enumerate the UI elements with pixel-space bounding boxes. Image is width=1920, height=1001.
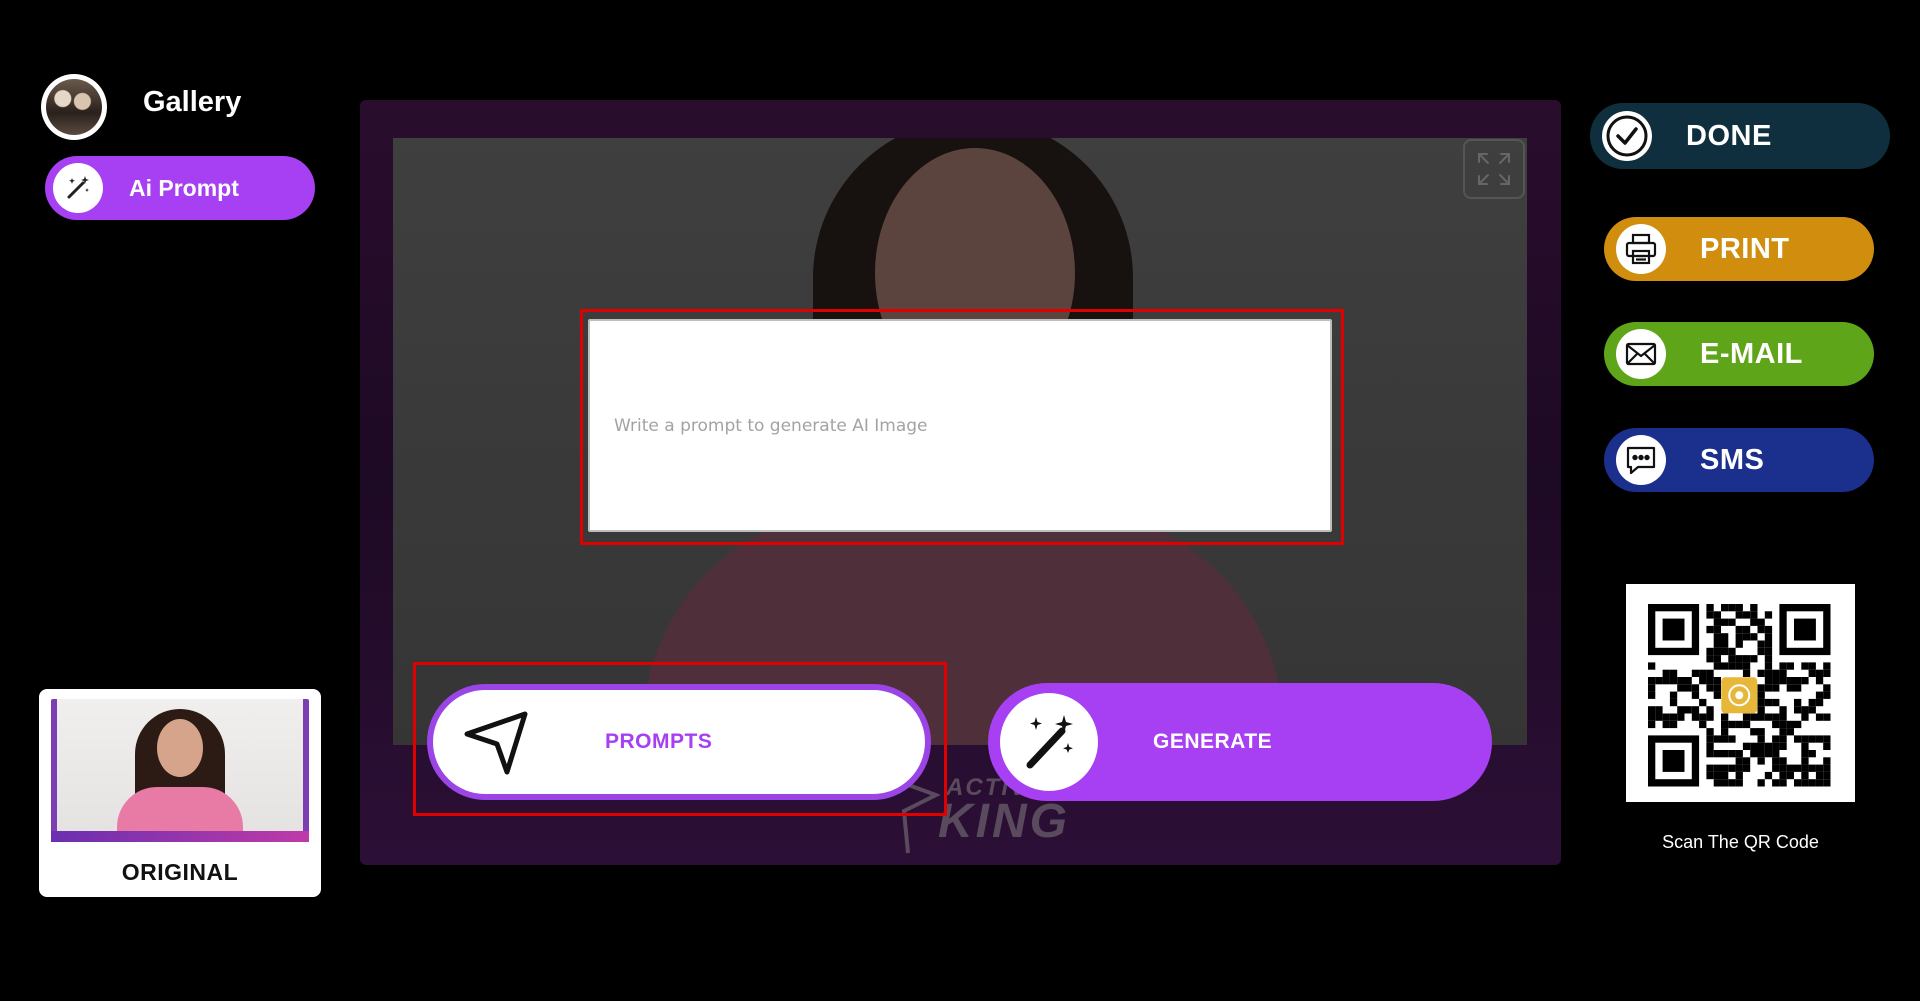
done-button[interactable]: DONE <box>1590 103 1890 169</box>
ai-prompt-label: Ai Prompt <box>129 174 239 201</box>
sms-label: SMS <box>1700 443 1765 476</box>
expand-icon[interactable] <box>1463 139 1525 199</box>
prompts-button[interactable]: PROMPTS <box>427 684 931 800</box>
print-button[interactable]: PRINT <box>1604 217 1874 281</box>
qr-caption: Scan The QR Code <box>1662 832 1819 852</box>
gallery-avatar[interactable] <box>41 74 107 140</box>
check-circle-icon <box>1602 111 1652 161</box>
email-label: E-MAIL <box>1700 337 1803 370</box>
prompts-label: PROMPTS <box>605 730 713 753</box>
done-label: DONE <box>1686 119 1772 152</box>
magic-wand-icon <box>1000 693 1098 791</box>
printer-icon <box>1616 224 1666 274</box>
original-label: ORIGINAL <box>121 859 239 885</box>
gallery-avatar-image <box>46 79 102 135</box>
chat-bubble-icon <box>1616 435 1666 485</box>
brand-strip <box>51 831 309 842</box>
generate-label: GENERATE <box>1153 730 1273 753</box>
print-label: PRINT <box>1700 232 1790 265</box>
envelope-icon <box>1616 329 1666 379</box>
original-thumbnail <box>51 699 309 842</box>
qr-code <box>1626 584 1855 802</box>
gallery-label[interactable]: Gallery <box>143 86 241 119</box>
generate-button[interactable]: GENERATE <box>988 683 1492 801</box>
original-thumbnail-card[interactable]: ORIGINAL <box>39 689 321 897</box>
prompt-input[interactable] <box>588 319 1332 532</box>
sms-button[interactable]: SMS <box>1604 428 1874 492</box>
send-arrow-icon <box>455 702 535 782</box>
email-button[interactable]: E-MAIL <box>1604 322 1874 386</box>
magic-wand-icon <box>53 163 103 213</box>
watermark-text-large: KING <box>938 795 1070 848</box>
ai-prompt-button[interactable]: Ai Prompt <box>45 156 315 220</box>
